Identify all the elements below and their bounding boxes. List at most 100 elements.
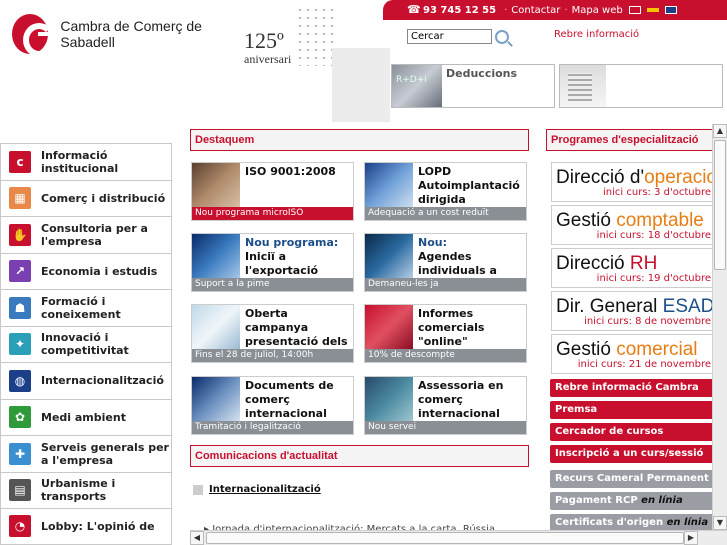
puzzle-icon: ✚ xyxy=(9,442,31,465)
promo-deduccions[interactable]: R+D+i Deduccions xyxy=(391,64,555,108)
destaquem-tile[interactable]: Informes comercials "online" 10% de desco… xyxy=(364,304,527,363)
right-button-label: Inscripció a un curs/sessió xyxy=(555,448,704,459)
nav-item-5[interactable]: ✦ Innovació i competitivitat xyxy=(0,325,172,362)
destaquem-tile[interactable]: Nou programa: Iniciï a l'exportació Suport… xyxy=(191,233,354,292)
tile-highlight: Nou programa: xyxy=(245,236,339,249)
nav-item-9[interactable]: ▤ Urbanisme i transports xyxy=(0,471,172,508)
nav-item-3[interactable]: ↗ Economia i estudis xyxy=(0,252,172,289)
tile-image xyxy=(365,234,413,279)
right-button-label: Cercador de cursos xyxy=(555,426,664,437)
programa-title-accent: operacions xyxy=(644,167,713,188)
nav-item-label: Urbanisme i transports xyxy=(41,477,116,504)
tile-image xyxy=(192,163,240,208)
programa-item[interactable]: Direcció RH inici curs: 19 d'octubre xyxy=(551,248,714,288)
tile-image xyxy=(365,377,413,422)
destaquem-tile[interactable]: Documents de comerç internacional Tramita… xyxy=(191,376,354,435)
nav-item-2[interactable]: ✋ Consultoria per a l'empresa xyxy=(0,216,172,253)
scroll-up-icon[interactable]: ▲ xyxy=(713,124,727,138)
horizontal-scrollbar[interactable]: ◀ ▶ xyxy=(190,530,727,545)
phone-number: 93 745 12 55 xyxy=(423,4,497,16)
nav-item-0[interactable]: c Informació institucional xyxy=(0,143,172,180)
programa-item[interactable]: Direcció d'operacionsinici curs: 3 d'oct… xyxy=(551,162,714,202)
nav-item-8[interactable]: ✚ Serveis generals per a l'empresa xyxy=(0,435,172,472)
tile-body: Assessoria en comerç internacional xyxy=(418,379,504,420)
tile-text: LOPD Autoimplantació dirigida xyxy=(418,165,524,207)
leaf-icon: ✿ xyxy=(9,406,31,429)
destaquem-tile[interactable]: ISO 9001:2008 Nou programa microISO xyxy=(191,162,354,221)
innovation-icon: ✦ xyxy=(9,333,31,356)
nav-item-6[interactable]: ◍ Internacionalització xyxy=(0,362,172,399)
tile-caption: Nou servei xyxy=(365,421,526,434)
page: ☎ 93 745 12 55 · Contactar · Mapa web Ca… xyxy=(0,0,727,545)
nav-item-1[interactable]: ▦ Comerç i distribució xyxy=(0,179,172,216)
right-button[interactable]: Rebre informació Cambra xyxy=(550,379,714,397)
horizontal-scroll-thumb[interactable] xyxy=(206,532,684,544)
promo-deduccions-label: Deduccions xyxy=(446,67,518,80)
nav-item-label: Informació institucional xyxy=(41,148,119,175)
right-button-label: Certificats d'origen xyxy=(555,517,667,528)
promo-building[interactable] xyxy=(559,64,723,108)
tile-body: Documents de comerç internacional xyxy=(245,379,334,420)
sitemap-link[interactable]: Mapa web xyxy=(572,5,623,16)
tile-highlight: Nou: xyxy=(418,236,447,249)
programa-item[interactable]: Dir. General ESADEinici curs: 8 de novem… xyxy=(551,291,714,331)
flag-catalan-icon[interactable] xyxy=(628,6,641,14)
destaquem-tile[interactable]: Nou:Agendes individuals a l'estrangerDem… xyxy=(364,233,527,292)
scroll-left-icon[interactable]: ◀ xyxy=(190,531,204,545)
tile-image xyxy=(365,163,413,208)
programa-title-accent: RH xyxy=(629,253,658,274)
programa-title-accent: comptable xyxy=(616,210,704,231)
programa-title: Direcció RH xyxy=(556,253,657,275)
tile-image xyxy=(192,377,240,422)
programa-date: inici curs: 21 de novembre xyxy=(577,359,711,370)
destaquem-tile[interactable]: Assessoria en comerç internacional Nou se… xyxy=(364,376,527,435)
receive-info-link[interactable]: Rebre informació xyxy=(554,29,639,40)
tile-caption: 10% de descompte xyxy=(365,349,526,362)
scroll-down-icon[interactable]: ▼ xyxy=(713,516,727,530)
anniversary-word: aniversari xyxy=(244,52,292,66)
anniversary-badge: 125º aniversari xyxy=(244,30,304,80)
destaquem-tile[interactable]: LOPD Autoimplantació dirigida Adequació a… xyxy=(364,162,527,221)
tile-body: LOPD Autoimplantació dirigida xyxy=(418,165,520,206)
comm-item[interactable]: Internacionalització xyxy=(193,484,321,495)
tile-text: Nou programa: Iniciï a l'exportació xyxy=(245,236,351,278)
right-button[interactable]: Premsa xyxy=(550,401,714,419)
nav-item-10[interactable]: ◔ Lobby: L'opinió de xyxy=(0,508,172,545)
programa-item[interactable]: Gestió comptable inici curs: 18 d'octubre xyxy=(551,205,714,245)
comm-item-title[interactable]: Internacionalització xyxy=(209,484,321,495)
flag-spain-icon[interactable] xyxy=(646,6,659,14)
site-logo[interactable]: Cambra de Comerç de Sabadell xyxy=(12,12,242,57)
nav-item-7[interactable]: ✿ Medi ambient xyxy=(0,398,172,435)
right-button-italic: en línia xyxy=(641,495,683,506)
flag-uk-icon[interactable] xyxy=(664,6,677,14)
decorative-panel xyxy=(332,48,390,122)
right-button[interactable]: Cercador de cursos xyxy=(550,423,714,441)
programa-title: Gestió comptable xyxy=(556,210,704,232)
tile-caption: Demaneu-les ja xyxy=(365,278,526,291)
tile-caption: Tramitació i legalització xyxy=(192,421,353,434)
org-name: Cambra de Comerç de Sabadell xyxy=(60,18,202,50)
right-button[interactable]: Inscripció a un curs/sessió xyxy=(550,445,714,463)
search-input[interactable] xyxy=(407,29,492,44)
vertical-scrollbar[interactable]: ▲ ▼ xyxy=(712,124,727,530)
tile-body: ISO 9001:2008 xyxy=(245,165,336,178)
destaquem-tile[interactable]: Oberta campanya presentació dels comptes… xyxy=(191,304,354,363)
nav-item-4[interactable]: ☗ Formació i coneixement xyxy=(0,289,172,326)
search-icon[interactable] xyxy=(495,29,509,44)
tile-image xyxy=(192,305,240,350)
left-nav: c Informació institucional ▦ Comerç i distr… xyxy=(0,143,172,545)
lobby-icon: ◔ xyxy=(9,515,31,538)
vertical-scroll-thumb[interactable] xyxy=(714,140,726,270)
sep-1: · xyxy=(504,4,508,16)
programa-date: inici curs: 3 d'octubre xyxy=(603,187,711,198)
right-button[interactable]: Recurs Cameral Permanent xyxy=(550,470,714,488)
programa-item[interactable]: Gestió comercial inici curs: 21 de novemb… xyxy=(551,334,714,374)
nav-item-label: Serveis generals per a l'empresa xyxy=(41,440,169,467)
tile-caption: Nou programa microISO xyxy=(192,207,353,220)
right-button-label: Recurs Cameral Permanent xyxy=(555,473,709,484)
scroll-right-icon[interactable]: ▶ xyxy=(684,531,698,545)
tile-caption: Fins el 28 de juliol, 14:00h xyxy=(192,349,353,362)
contact-link[interactable]: Contactar xyxy=(511,5,560,16)
student-icon: ☗ xyxy=(9,296,31,319)
right-button[interactable]: Pagament RCP en línia xyxy=(550,492,714,510)
